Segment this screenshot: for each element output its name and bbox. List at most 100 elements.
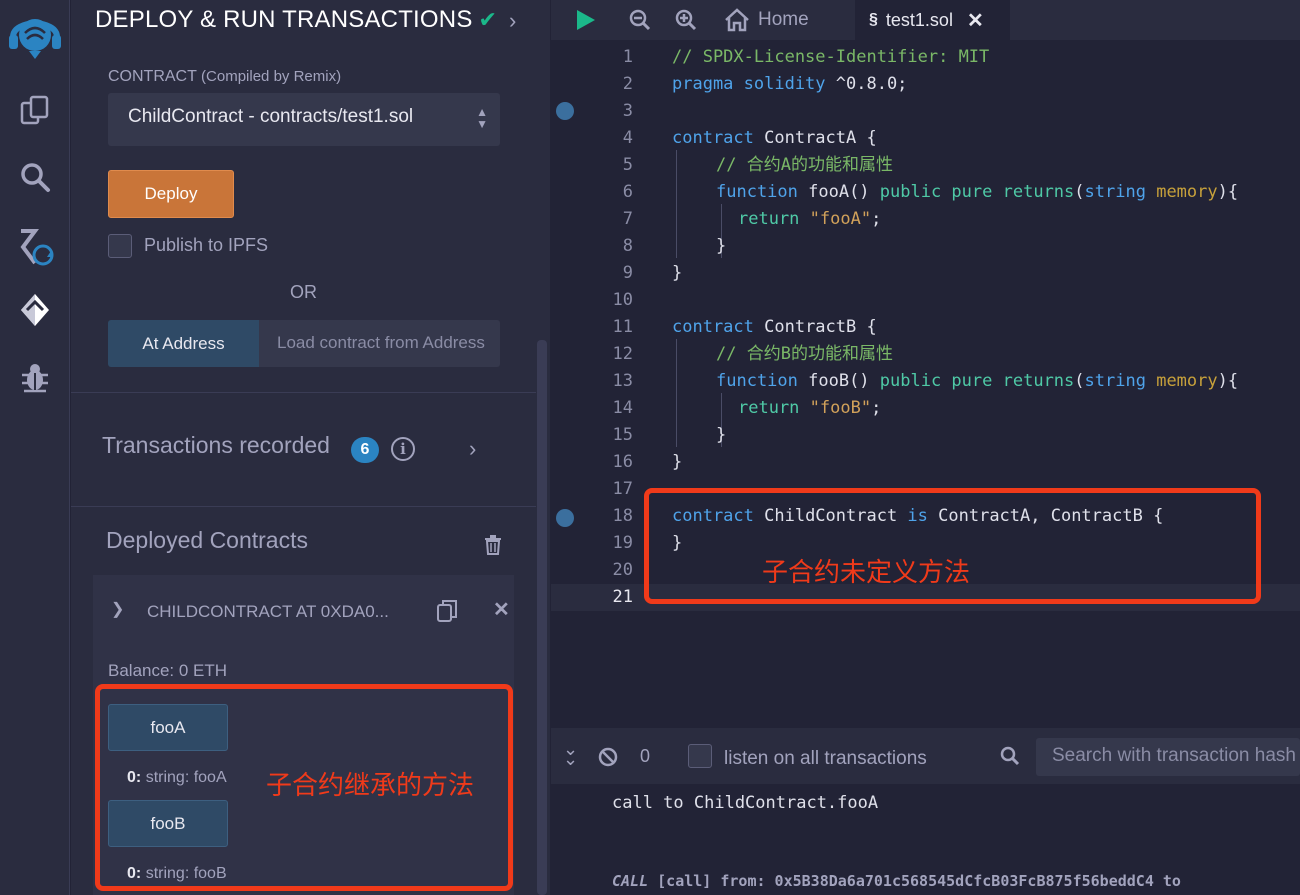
code-token: fooA(): [797, 182, 880, 202]
code-token: function: [716, 182, 798, 202]
search-icon[interactable]: [0, 157, 70, 197]
code-token: function: [716, 371, 798, 391]
code-token: ^0.8.0;: [825, 74, 908, 94]
code-token: (: [1074, 371, 1085, 391]
chevron-down-icon[interactable]: ❯: [111, 599, 124, 619]
publish-ipfs-checkbox[interactable]: [108, 234, 132, 258]
contract-label: CONTRACT (Compiled by Remix): [108, 68, 341, 86]
code-line: 7 return "fooA";: [551, 206, 1300, 233]
deploy-button[interactable]: Deploy: [108, 170, 234, 218]
chevron-down-double-icon[interactable]: ⌄ ⌄: [563, 740, 578, 768]
at-address-input[interactable]: Load contract from Address: [259, 320, 500, 367]
code-token: returns: [1002, 182, 1075, 202]
remix-logo-icon[interactable]: [0, 6, 70, 62]
line-number: 9: [622, 263, 633, 283]
code-line: 13 function fooB() public pure returns(st…: [551, 368, 1300, 395]
code-line: 1 // SPDX-License-Identifier: MIT: [551, 44, 1300, 71]
debugger-icon[interactable]: [0, 357, 70, 397]
line-number: 15: [612, 425, 633, 445]
code-line: 4 contract ContractA {: [551, 125, 1300, 152]
transactions-recorded-label[interactable]: Transactions recorded: [102, 432, 330, 459]
code-token: (: [1074, 182, 1085, 202]
select-arrows-icon: ▲ ▼: [476, 105, 488, 131]
close-icon[interactable]: ✕: [493, 597, 510, 622]
line-number: 18: [612, 506, 633, 526]
code-text: }: [716, 425, 727, 445]
transactions-count-badge: 6: [351, 437, 379, 463]
code-line: 6 function fooA() public pure returns(str…: [551, 179, 1300, 206]
panel-scrollbar[interactable]: [537, 340, 547, 895]
contract-label-text: CONTRACT: [108, 68, 197, 85]
info-icon[interactable]: i: [391, 437, 415, 461]
at-address-button[interactable]: At Address: [108, 320, 259, 367]
code-line: 10: [551, 287, 1300, 314]
tab-home-label: Home: [758, 9, 809, 30]
code-token: "fooB": [809, 398, 872, 418]
code-editor[interactable]: 1 // SPDX-License-Identifier: MIT 2 pragma…: [551, 40, 1300, 728]
code-line: 9}: [551, 260, 1300, 287]
code-text: contract ContractA {: [672, 125, 877, 152]
code-text: function fooA() public pure returns(stri…: [716, 179, 1238, 206]
instance-title[interactable]: CHILDCONTRACT AT 0XDA0...: [147, 602, 389, 622]
deploy-run-panel: DEPLOY & RUN TRANSACTIONS ✔ › CONTRACT (C…: [71, 0, 550, 895]
code-token: ContractA {: [753, 128, 877, 148]
listen-all-label: listen on all transactions: [724, 748, 927, 769]
line-number: 8: [622, 236, 633, 256]
run-icon[interactable]: [575, 0, 597, 40]
transaction-search-input[interactable]: Search with transaction hash or address: [1036, 738, 1300, 776]
code-token: fooB(): [797, 371, 880, 391]
code-line: 5 // 合约A的功能和属性: [551, 152, 1300, 179]
zoom-in-icon[interactable]: [675, 0, 697, 40]
deploy-run-icon[interactable]: [0, 290, 70, 330]
line-number: 19: [612, 533, 633, 553]
divider: [71, 506, 536, 507]
chevron-right-icon[interactable]: ›: [469, 436, 476, 462]
line-number: 21: [612, 587, 633, 607]
code-token: memory: [1156, 182, 1218, 202]
contract-label-sub: (Compiled by Remix): [201, 68, 342, 85]
line-number: 11: [612, 317, 633, 337]
balance-label: Balance: 0 ETH: [108, 661, 228, 680]
listen-all-checkbox[interactable]: [688, 744, 712, 768]
code-token: pragma solidity: [672, 74, 826, 94]
file-explorer-icon[interactable]: [0, 90, 70, 130]
code-text: pragma solidity ^0.8.0;: [672, 71, 907, 98]
code-token: ){: [1217, 182, 1239, 202]
or-label: OR: [290, 282, 317, 302]
call-tag: CALL: [612, 872, 649, 890]
code-text: // 合约A的功能和属性: [716, 155, 893, 175]
annotation-undefined-methods: 子合约未定义方法: [762, 557, 971, 587]
copy-icon[interactable]: [436, 599, 458, 628]
call-detail: [call] from: 0x5B38Da6a701c568545dCfcB03…: [657, 872, 1181, 890]
tab-test1-sol[interactable]: § test1.sol ✕: [855, 0, 1010, 40]
close-tab-icon[interactable]: ✕: [967, 8, 984, 33]
chevron-right-icon[interactable]: ›: [509, 8, 516, 34]
line-number: 17: [612, 479, 633, 499]
line-number: 5: [622, 155, 633, 175]
line-number: 20: [612, 560, 633, 580]
code-token: public pure: [879, 182, 993, 202]
code-text: function fooB() public pure returns(stri…: [716, 368, 1238, 395]
compiler-icon[interactable]: [0, 224, 70, 270]
annotation-inherited-methods: 子合约继承的方法: [266, 770, 475, 800]
clear-icon[interactable]: [598, 747, 618, 772]
trash-icon[interactable]: [484, 535, 502, 560]
line-number: 1: [622, 47, 633, 67]
code-token: "fooA": [809, 209, 872, 229]
contract-select[interactable]: ChildContract - contracts/test1.sol ▲ ▼: [108, 93, 500, 146]
code-token: contract: [672, 128, 754, 148]
solidity-file-icon: §: [869, 11, 878, 28]
terminal-output: call to ChildContract.fooA CALL [call] f…: [551, 784, 1300, 895]
code-text: // 合约B的功能和属性: [716, 344, 893, 364]
line-number: 13: [612, 371, 633, 391]
code-token: return: [738, 209, 800, 229]
zoom-out-icon[interactable]: [629, 0, 651, 40]
tab-home[interactable]: Home: [724, 0, 809, 40]
deployed-contracts-label: Deployed Contracts: [106, 527, 308, 553]
line-number: 7: [622, 209, 633, 229]
code-token: return: [738, 398, 800, 418]
search-icon[interactable]: [1000, 746, 1020, 771]
line-number: 2: [622, 74, 633, 94]
code-line: 16}: [551, 449, 1300, 476]
pending-count: 0: [640, 746, 651, 766]
